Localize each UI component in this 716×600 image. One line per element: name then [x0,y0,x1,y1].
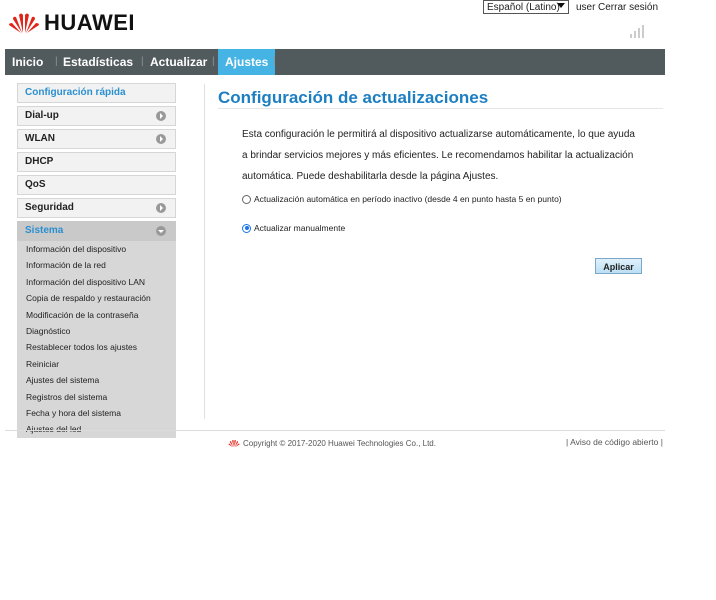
submenu-item[interactable]: Restablecer todos los ajustes [17,339,176,355]
huawei-logo: HUAWEI [8,10,135,36]
logout-link[interactable]: Cerrar sesión [598,2,658,13]
footer-divider [5,430,665,431]
sidebar-item-label: DHCP [25,156,54,167]
expand-arrow-icon [156,111,166,121]
sidebar-item-label: Seguridad [25,202,74,213]
submenu-item[interactable]: Diagnóstico [17,323,176,339]
sidebar-item-sistema[interactable]: Sistema [17,221,176,241]
apply-button[interactable]: Aplicar [595,258,642,274]
submenu-item[interactable]: Reiniciar [17,356,176,372]
nav-separator: | [141,56,144,67]
sistema-submenu: Información del dispositivo Información … [17,241,176,438]
submenu-item[interactable]: Registros del sistema [17,389,176,405]
chevron-down-icon [557,3,565,8]
submenu-item[interactable]: Información del dispositivo LAN [17,274,176,290]
manual-update-label: Actualizar manualmente [254,223,346,233]
description-text: Esta configuración le permitirá al dispo… [242,129,635,182]
auto-update-label: Actualización automática en período inac… [254,194,562,204]
sidebar-item-label: WLAN [25,133,55,144]
content-divider [204,84,205,419]
signal-strength-icon [630,25,644,38]
nav-ajustes[interactable]: Ajustes [218,49,276,75]
username: user [576,2,596,13]
language-select[interactable]: Español (Latino) [483,0,569,14]
main-nav: Inicio | Estadísticas | Actualizar | Aju… [5,49,665,75]
auto-update-radio[interactable] [242,194,251,204]
expand-arrow-icon [156,203,166,213]
brand-name: HUAWEI [44,10,135,35]
huawei-flower-icon [228,439,240,448]
huawei-flower-icon [9,13,39,33]
nav-estadisticas[interactable]: Estadísticas [63,49,133,75]
manual-update-radio[interactable] [242,223,251,233]
open-source-notice-label: Aviso de código abierto [570,437,659,447]
submenu-item[interactable]: Información de la red [17,257,176,273]
submenu-item[interactable]: Modificación de la contraseña [17,307,176,323]
sidebar-item-dial-up[interactable]: Dial-up [17,106,176,126]
submenu-item[interactable]: Fecha y hora del sistema [17,405,176,421]
sidebar-item-seguridad[interactable]: Seguridad [17,198,176,218]
title-divider [218,108,663,109]
sidebar-item-label: QoS [25,179,46,190]
collapse-arrow-icon [156,226,166,236]
nav-separator: | [55,56,58,67]
nav-separator: | [212,56,215,67]
manual-update-option[interactable]: Actualizar manualmente [242,223,345,233]
sidebar-item-wlan[interactable]: WLAN [17,129,176,149]
language-select-value: Español (Latino) [487,2,560,13]
open-source-notice-link[interactable]: | Aviso de código abierto | [566,437,663,447]
sidebar-item-qos[interactable]: QoS [17,175,176,195]
submenu-item[interactable]: Información del dispositivo [17,241,176,257]
copyright-text: Copyright © 2017-2020 Huawei Technologie… [243,439,436,448]
submenu-item[interactable]: Copia de respaldo y restauración [17,290,176,306]
nav-inicio[interactable]: Inicio [12,49,43,75]
sidebar-item-label: Configuración rápida [25,87,126,98]
nav-separator: | [273,56,276,67]
footer-separator: | [658,437,663,447]
auto-update-option[interactable]: Actualización automática en período inac… [242,194,562,204]
sidebar-item-label: Dial-up [25,110,59,121]
sidebar: Configuración rápida Dial-up WLAN DHCP Q… [17,83,176,438]
nav-actualizar[interactable]: Actualizar [150,49,207,75]
page-title: Configuración de actualizaciones [218,88,489,107]
copyright: Copyright © 2017-2020 Huawei Technologie… [228,439,436,448]
sidebar-item-configuracion-rapida[interactable]: Configuración rápida [17,83,176,103]
sidebar-item-label: Sistema [25,225,64,236]
sidebar-item-dhcp[interactable]: DHCP [17,152,176,172]
expand-arrow-icon [156,134,166,144]
submenu-item[interactable]: Ajustes del sistema [17,372,176,388]
